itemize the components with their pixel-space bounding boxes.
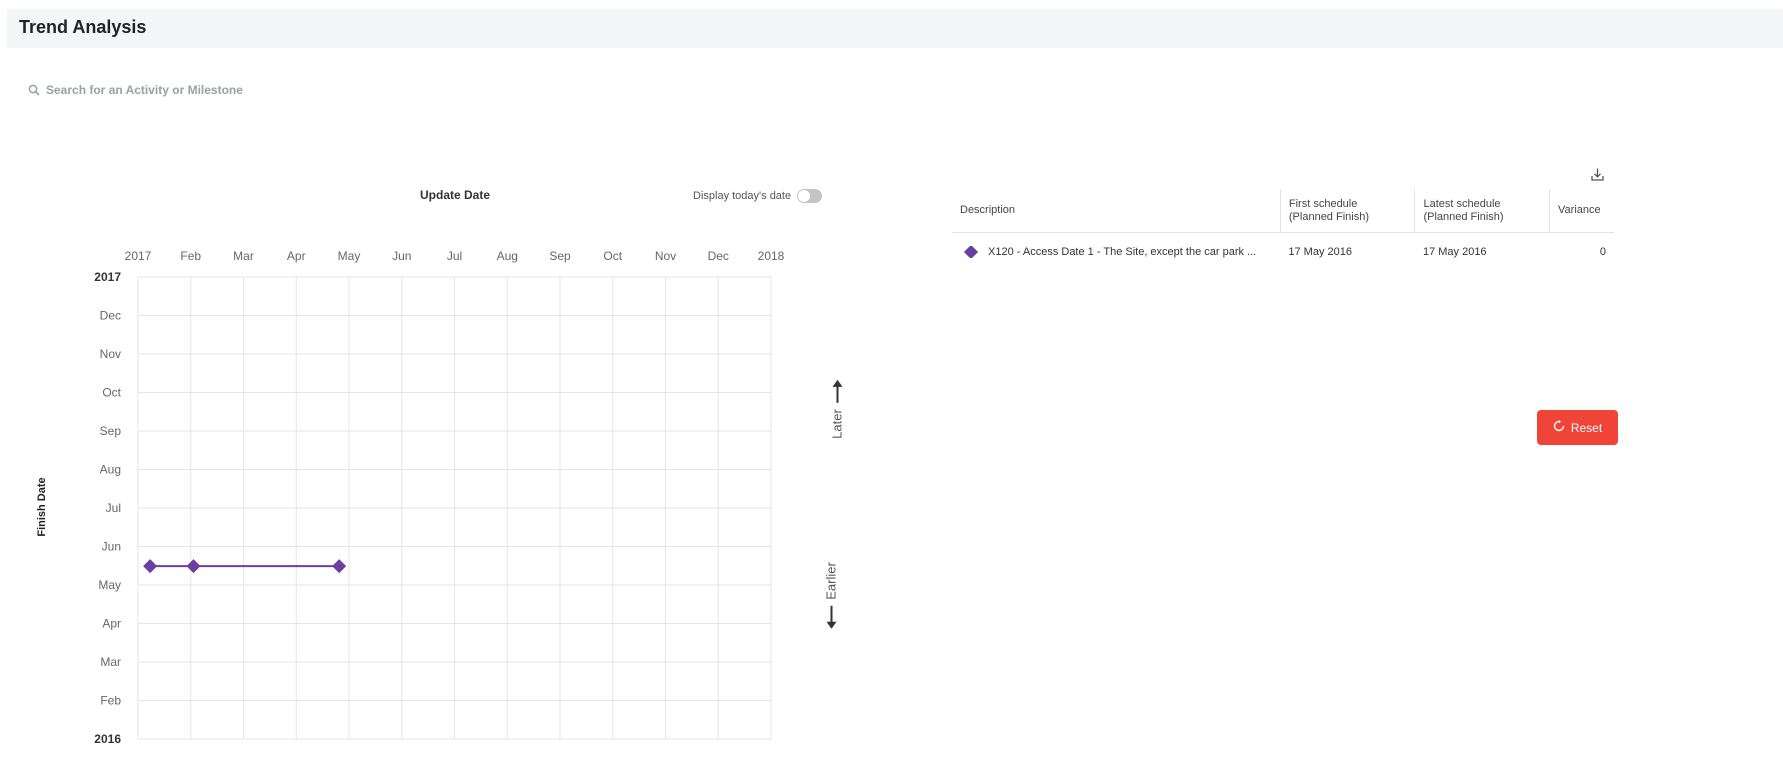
col-header-first-schedule[interactable]: First schedule (Planned Finish)	[1279, 189, 1415, 233]
activity-description: X120 - Access Date 1 - The Site, except …	[988, 246, 1257, 258]
earlier-indicator: Earlier	[824, 562, 839, 628]
y-tick-label: Apr	[102, 617, 121, 631]
later-label: Later	[829, 409, 845, 439]
y-tick-label: Jun	[102, 540, 121, 554]
reset-label: Reset	[1570, 420, 1603, 435]
y-tick-label: Dec	[100, 309, 121, 323]
y-tick-label: 2017	[94, 270, 121, 284]
x-tick-label: Feb	[180, 249, 201, 263]
download-icon[interactable]	[1590, 167, 1605, 187]
col-header-latest-schedule[interactable]: Latest schedule (Planned Finish)	[1414, 189, 1550, 233]
y-tick-label: Feb	[100, 694, 121, 708]
x-tick-label: Aug	[497, 249, 518, 263]
x-tick-label: Jul	[447, 249, 462, 263]
cell-first-schedule: 17 May 2016	[1288, 246, 1352, 258]
y-tick-label: Oct	[102, 386, 121, 400]
table-row[interactable]: X120 - Access Date 1 - The Site, except …	[952, 233, 1614, 272]
x-tick-label: Jun	[392, 249, 411, 263]
x-tick-label: Dec	[708, 249, 729, 263]
x-tick-label: Oct	[603, 249, 622, 263]
reset-icon	[1553, 420, 1565, 435]
x-tick-label: May	[338, 249, 361, 263]
y-tick-label: May	[98, 578, 121, 592]
data-point-diamond	[332, 559, 347, 574]
x-tick-label: Sep	[549, 249, 571, 263]
y-tick-label: 2016	[94, 732, 121, 746]
x-tick-label: 2017	[125, 249, 152, 263]
x-tick-label: Apr	[287, 249, 306, 263]
y-tick-label: Aug	[100, 463, 121, 477]
x-tick-label: Nov	[655, 249, 676, 263]
today-toggle-switch[interactable]	[797, 189, 823, 203]
data-point-diamond	[143, 559, 158, 574]
y-tick-label: Sep	[100, 424, 122, 438]
y-tick-label: Mar	[100, 655, 121, 669]
earlier-label: Earlier	[823, 562, 839, 600]
earlier-arrow-icon	[830, 605, 832, 628]
reset-button[interactable]: Reset	[1537, 410, 1618, 445]
table-header-row: Description First schedule (Planned Finis…	[952, 189, 1614, 233]
later-indicator: Later	[830, 381, 845, 439]
cell-variance: 0	[1599, 246, 1606, 258]
activity-table: Description First schedule (Planned Finis…	[952, 189, 1614, 271]
y-tick-label: Jul	[106, 501, 121, 515]
col-header-variance[interactable]: Variance	[1549, 189, 1614, 233]
later-arrow-icon	[836, 381, 838, 404]
data-point-diamond	[186, 559, 201, 574]
x-tick-label: 2018	[758, 249, 785, 263]
trend-chart: 2017 Feb Mar Apr May Jun Jul Aug Sep Oct Nov Dec 201…	[94, 249, 785, 746]
cell-latest-schedule: 17 May 2016	[1422, 246, 1487, 258]
x-tick-label: Mar	[233, 249, 254, 263]
cell-description: X120 - Access Date 1 - The Site, except …	[952, 233, 1280, 272]
diamond-marker-icon	[963, 246, 979, 258]
y-tick-label: Nov	[100, 347, 121, 361]
col-header-description[interactable]: Description	[952, 189, 1281, 233]
